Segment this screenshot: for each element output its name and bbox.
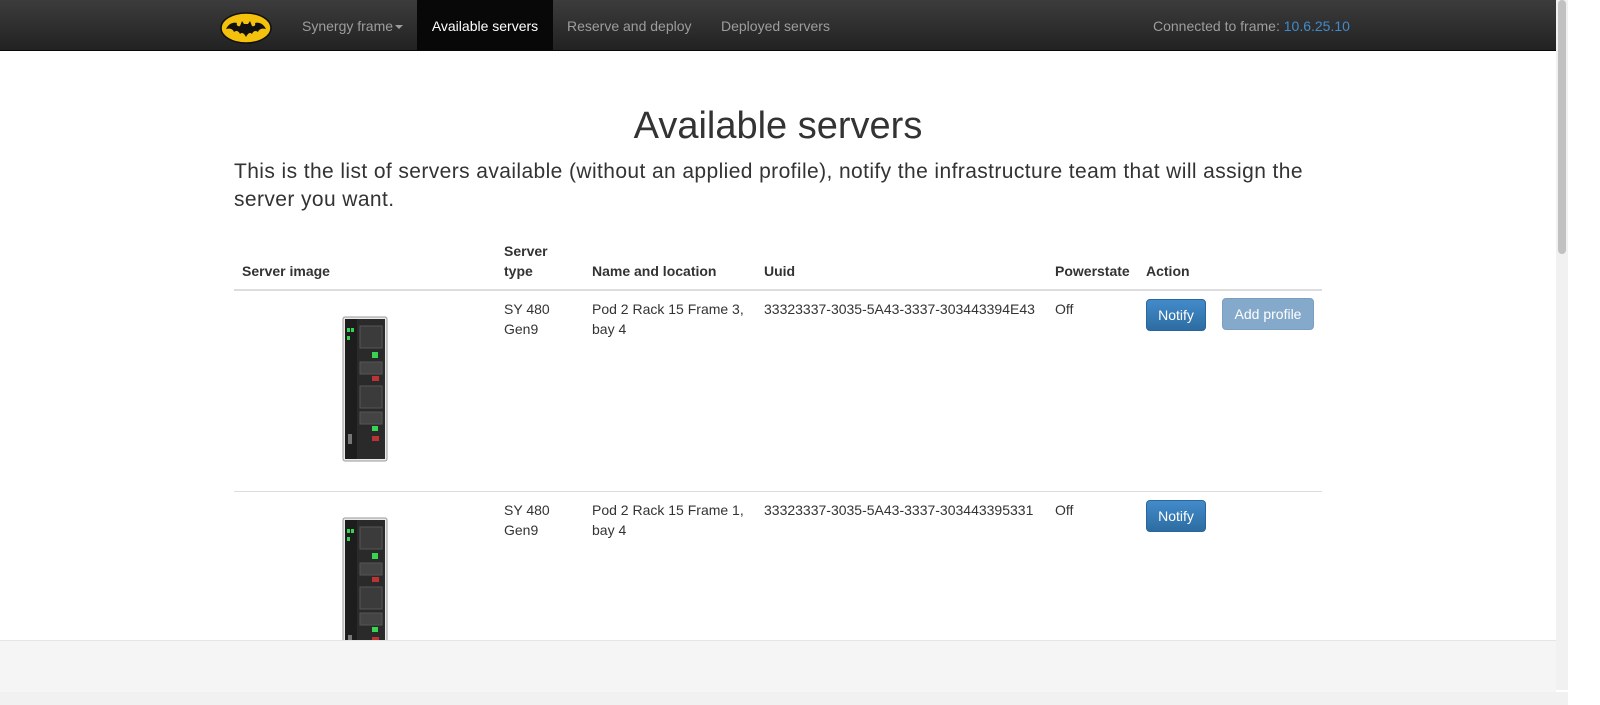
- powerstate-value: Off: [1055, 301, 1074, 317]
- notify-button[interactable]: Notify: [1146, 299, 1206, 331]
- header-powerstate: Powerstate: [1055, 263, 1130, 279]
- caret-down-icon: [395, 25, 404, 30]
- page-title: Available servers: [633, 105, 923, 147]
- vertical-scrollbar[interactable]: [1556, 0, 1568, 690]
- name-location-line2: bay 4: [592, 321, 627, 337]
- notify-button[interactable]: Notify: [1146, 500, 1206, 532]
- header-name-location: Name and location: [592, 263, 717, 279]
- batman-logo-icon[interactable]: [220, 12, 272, 44]
- frame-ip-link[interactable]: 10.6.25.10: [1284, 18, 1350, 34]
- row-divider: [234, 491, 1322, 492]
- add-profile-button[interactable]: Add profile: [1222, 298, 1314, 330]
- connection-status: Connected to frame: 10.6.25.10: [1153, 0, 1350, 50]
- server-image: [342, 316, 388, 462]
- header-server-type-line2: type: [504, 263, 533, 279]
- powerstate-value: Off: [1055, 502, 1074, 518]
- nav-available-servers[interactable]: Available servers: [417, 0, 553, 50]
- header-action: Action: [1146, 263, 1190, 279]
- server-type-line2: Gen9: [504, 321, 539, 337]
- header-uuid: Uuid: [764, 263, 796, 279]
- nav-deployed-servers[interactable]: Deployed servers: [721, 0, 830, 50]
- page-footer: [0, 640, 1556, 693]
- uuid-value: 33323337-3035-5A43-3337-303443395331: [764, 502, 1034, 518]
- table-header: Server image Server type Name and locati…: [234, 240, 1322, 291]
- uuid-value: 33323337-3035-5A43-3337-303443394E43: [764, 301, 1035, 317]
- synergy-frame-label: Synergy frame: [302, 18, 394, 34]
- server-type-line1: SY 480: [504, 301, 550, 317]
- top-navbar: Synergy frame Available servers Reserve …: [0, 0, 1556, 51]
- nav-reserve-and-deploy[interactable]: Reserve and deploy: [567, 0, 692, 50]
- connected-label: Connected to frame:: [1153, 18, 1280, 34]
- page-description: This is the list of servers available (w…: [234, 160, 1303, 211]
- name-location-line2: bay 4: [592, 522, 627, 538]
- scrollbar-thumb[interactable]: [1558, 0, 1566, 254]
- name-location-line1: Pod 2 Rack 15 Frame 3,: [592, 301, 744, 317]
- header-server-type-line1: Server: [504, 243, 548, 259]
- name-location-line1: Pod 2 Rack 15 Frame 1,: [592, 502, 744, 518]
- server-type-line2: Gen9: [504, 522, 539, 538]
- header-server-image: Server image: [242, 263, 330, 279]
- synergy-frame-dropdown[interactable]: Synergy frame: [302, 0, 404, 50]
- server-type-line1: SY 480: [504, 502, 550, 518]
- horizontal-scrollbar[interactable]: [0, 692, 1568, 705]
